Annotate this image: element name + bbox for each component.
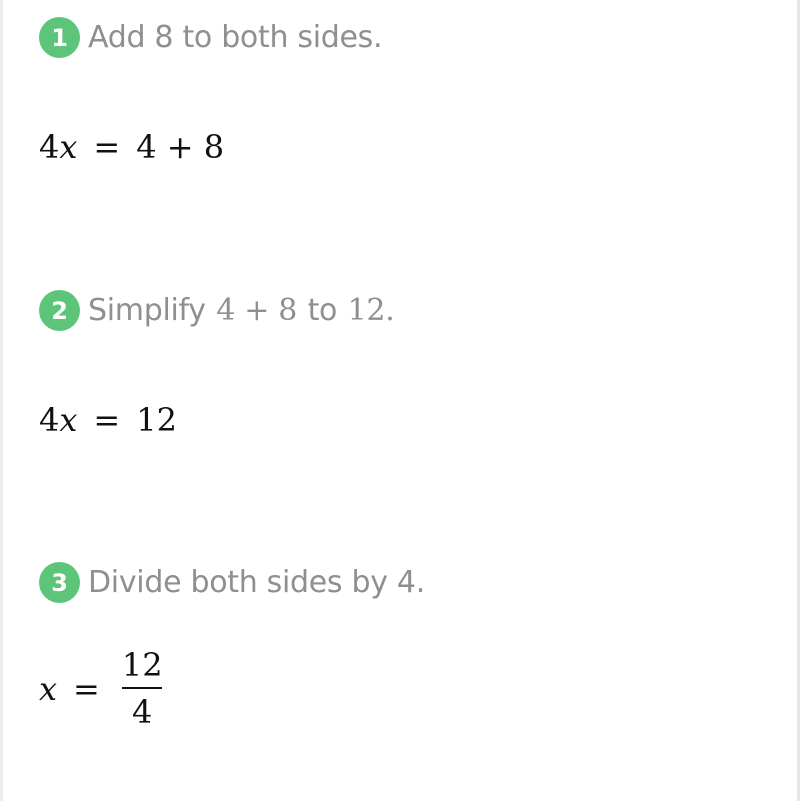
- step-1-header: 1 Add 8 to both sides.: [39, 17, 383, 58]
- step-2-text-to: to: [307, 293, 338, 328]
- step-2-lhs-coef: 4: [39, 401, 60, 439]
- step-3-equals: =: [73, 670, 100, 709]
- step-2-rhs: 12: [136, 401, 177, 439]
- step-1-badge: 1: [39, 17, 80, 58]
- step-1-equals: =: [93, 128, 121, 166]
- step-3-lhs-var: x: [39, 670, 58, 709]
- step-2-math-b: 12.: [347, 293, 395, 328]
- step-3-instruction: Divide both sides by 4.: [88, 565, 425, 600]
- step-2-equals: =: [93, 401, 121, 439]
- step-2-header: 2 Simplify 4 + 8 to 12.: [39, 290, 395, 331]
- step-3-badge: 3: [39, 562, 80, 603]
- step-3-header: 3 Divide both sides by 4.: [39, 562, 425, 603]
- step-2-equation: 4x = 12: [39, 401, 177, 439]
- fraction-bar: [122, 687, 163, 690]
- step-1-equation: 4x = 4 + 8: [39, 128, 224, 166]
- solution-panel: 1 Add 8 to both sides. 4x = 4 + 8 2 Simp…: [0, 0, 800, 801]
- step-2-math-a: 4 + 8: [216, 293, 298, 328]
- step-2-lhs-var: x: [59, 401, 78, 439]
- step-1-rhs: 4 + 8: [136, 128, 225, 166]
- step-3-equation: x = 12 4: [39, 646, 165, 732]
- step-2-badge: 2: [39, 290, 80, 331]
- step-1-lhs-coef: 4: [39, 128, 60, 166]
- fraction-denominator: 4: [132, 693, 153, 732]
- step-1-lhs-var: x: [59, 128, 78, 166]
- step-3-fraction: 12 4: [120, 646, 165, 732]
- step-1-instruction: Add 8 to both sides.: [88, 20, 383, 55]
- step-2-text-simplify: Simplify: [88, 293, 206, 328]
- step-2-instruction: Simplify 4 + 8 to 12.: [88, 293, 395, 328]
- fraction-numerator: 12: [121, 646, 163, 684]
